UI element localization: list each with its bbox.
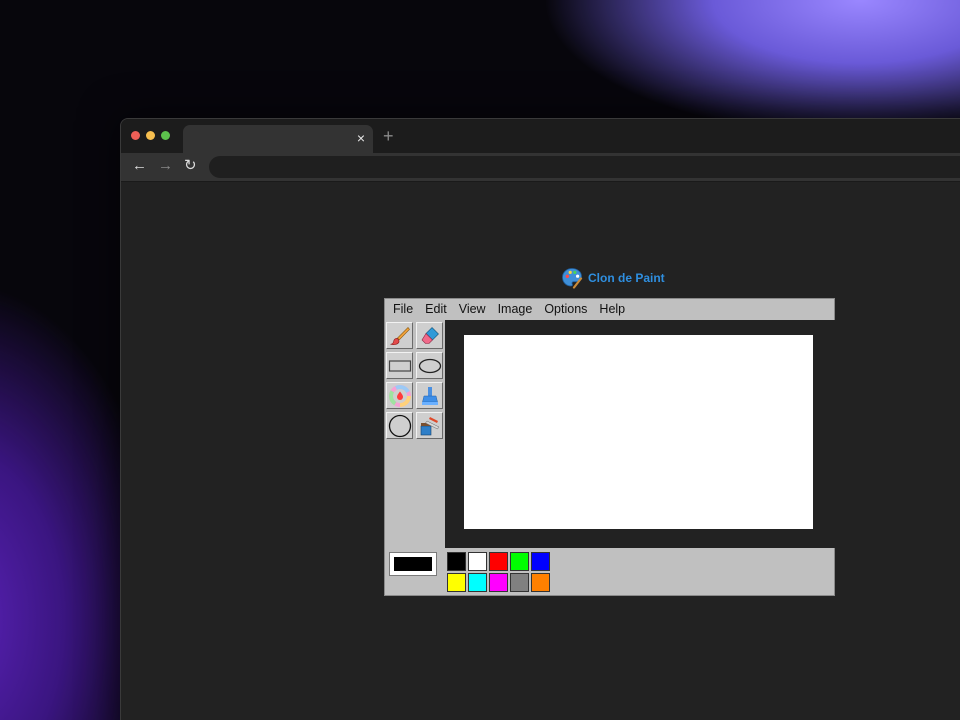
swatch-green[interactable]	[510, 552, 529, 571]
menu-help[interactable]: Help	[593, 299, 631, 319]
menu-bar: File Edit View Image Options Help	[385, 299, 834, 319]
swatch-yellow[interactable]	[447, 573, 466, 592]
ellipse-tool-button[interactable]	[416, 352, 443, 379]
browser-toolbar: ← → ↻	[121, 153, 960, 182]
browser-window: × + ← → ↻ Clon de Paint File Edit View I…	[120, 118, 960, 720]
paint-roller-icon	[420, 416, 439, 435]
menu-edit[interactable]: Edit	[419, 299, 453, 319]
swatch-gray[interactable]	[510, 573, 529, 592]
eraser-icon	[421, 326, 439, 344]
menu-view[interactable]: View	[453, 299, 492, 319]
circle-icon	[388, 414, 411, 437]
current-color-swatch	[394, 557, 432, 571]
swatch-black[interactable]	[447, 552, 466, 571]
circle-tool-button[interactable]	[386, 412, 413, 439]
palette-icon	[562, 268, 583, 289]
fill-bucket-tool-button[interactable]	[416, 382, 443, 409]
menu-image[interactable]: Image	[492, 299, 539, 319]
tab-close-icon[interactable]: ×	[357, 130, 365, 146]
swatch-orange[interactable]	[531, 573, 550, 592]
forward-icon[interactable]: →	[158, 157, 173, 175]
menu-file[interactable]: File	[387, 299, 419, 319]
app-header: Clon de Paint	[561, 267, 665, 289]
color-picker-tool-button[interactable]	[386, 382, 413, 409]
new-tab-button[interactable]: +	[383, 126, 394, 146]
eraser-tool-button[interactable]	[416, 322, 443, 349]
color-picker-icon	[388, 384, 411, 407]
rectangle-tool-button[interactable]	[386, 352, 413, 379]
maximize-window-button[interactable]	[161, 131, 170, 140]
swatch-magenta[interactable]	[489, 573, 508, 592]
paint-window: File Edit View Image Options Help	[384, 298, 835, 596]
brush-tool-button[interactable]	[386, 322, 413, 349]
current-color-indicator	[389, 552, 437, 576]
close-window-button[interactable]	[131, 131, 140, 140]
swatch-blue[interactable]	[531, 552, 550, 571]
address-bar[interactable]	[209, 156, 960, 178]
swatch-white[interactable]	[468, 552, 487, 571]
page-content: Clon de Paint File Edit View Image Optio…	[121, 182, 960, 720]
drawing-canvas[interactable]	[464, 335, 813, 529]
swatch-red[interactable]	[489, 552, 508, 571]
reload-icon[interactable]: ↻	[184, 157, 197, 175]
ellipse-icon	[418, 358, 441, 373]
app-title: Clon de Paint	[588, 271, 665, 285]
back-icon[interactable]: ←	[132, 157, 147, 175]
swatch-cyan[interactable]	[468, 573, 487, 592]
tab-bar: × +	[121, 119, 960, 153]
browser-tab[interactable]: ×	[183, 125, 373, 153]
paint-roller-tool-button[interactable]	[416, 412, 443, 439]
menu-options[interactable]: Options	[538, 299, 593, 319]
brush-icon	[389, 326, 410, 345]
minimize-window-button[interactable]	[146, 131, 155, 140]
rectangle-icon	[388, 359, 411, 372]
canvas-area	[445, 320, 835, 548]
fill-bucket-icon	[421, 386, 438, 405]
